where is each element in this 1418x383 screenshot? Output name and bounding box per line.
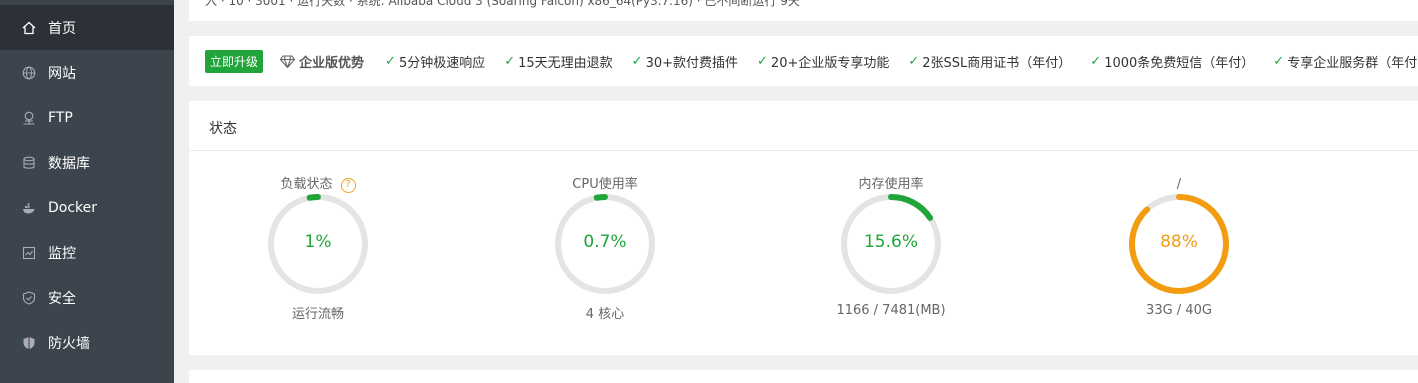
check-icon: ✓ bbox=[757, 53, 768, 69]
sidebar-item-label: 防火墙 bbox=[48, 335, 90, 352]
check-icon: ✓ bbox=[504, 53, 516, 69]
gauge-sub: 1166 / 7481(MB) bbox=[836, 303, 946, 318]
check-icon: ✓ bbox=[908, 53, 920, 69]
gauge-value: 1% bbox=[304, 232, 332, 252]
gauge-value: 88% bbox=[1160, 232, 1198, 252]
gauge-sub: 运行流畅 bbox=[291, 307, 344, 322]
gauge-value: 0.7% bbox=[583, 232, 627, 252]
upgrade-button[interactable]: 立即升级 bbox=[205, 49, 264, 73]
system-info-text: 入 · 10 · 3001 · 运行天数 · 系统: Alibaba Cloud… bbox=[205, 0, 800, 8]
check-icon: ✓ bbox=[631, 53, 643, 69]
pro-feature-bar: 立即升级 企业版优势 ✓ 5分钟极速响应 ✓ 15天无理由退款 ✓ 30+款付费插件 … bbox=[189, 36, 1418, 86]
sidebar-item-database[interactable]: 数据库 bbox=[0, 140, 174, 185]
feature-text: 20+企业版专享功能 bbox=[770, 55, 890, 71]
sidebar-item-home[interactable]: 首页 bbox=[0, 5, 174, 50]
pro-advantage-label[interactable]: 企业版优势 bbox=[280, 52, 364, 71]
gauge-value: 15.6% bbox=[863, 232, 918, 252]
docker-icon bbox=[22, 201, 36, 215]
shield-check-icon bbox=[22, 290, 36, 305]
gauge-disk[interactable]: / 88% 33G / 40G bbox=[1119, 175, 1239, 318]
gauge-sub: 33G / 40G bbox=[1146, 303, 1212, 318]
gauge-memory[interactable]: 内存使用率 15.6% 1166 / 7481(MB) bbox=[831, 175, 951, 318]
status-panel-title: 状态 bbox=[209, 121, 237, 137]
firewall-icon bbox=[22, 336, 36, 350]
globe-icon bbox=[22, 66, 36, 80]
sidebar: 首页 网站 FTP 数据库 Docker 监控 安全 防火墙 bbox=[0, 0, 174, 383]
system-info-bar: 入 · 10 · 3001 · 运行天数 · 系统: Alibaba Cloud… bbox=[189, 0, 1418, 21]
database-icon bbox=[22, 156, 36, 170]
feature-text: 2张SSL商用证书（年付） bbox=[922, 55, 1072, 71]
pro-advantage-text: 企业版优势 bbox=[299, 55, 365, 71]
home-icon bbox=[22, 21, 36, 35]
divider bbox=[189, 150, 1418, 151]
sidebar-item-label: 安全 bbox=[48, 290, 76, 307]
sidebar-item-monitor[interactable]: 监控 bbox=[0, 230, 174, 275]
monitor-icon bbox=[22, 246, 36, 260]
sidebar-item-label: Docker bbox=[48, 199, 98, 216]
feature-text: 5分钟极速响应 bbox=[398, 55, 486, 71]
check-icon: ✓ bbox=[385, 53, 396, 69]
feature-item: ✓ 1000条免费短信（年付） bbox=[1090, 52, 1254, 71]
feature-item: ✓ 2张SSL商用证书（年付） bbox=[908, 52, 1071, 71]
check-icon: ✓ bbox=[1090, 53, 1102, 69]
feature-text: 1000条免费短信（年付） bbox=[1104, 55, 1255, 71]
feature-item: ✓ 30+款付费插件 bbox=[632, 52, 738, 71]
feature-item: ✓ 20+企业版专享功能 bbox=[757, 52, 889, 71]
sidebar-item-label: 数据库 bbox=[48, 155, 90, 172]
help-icon[interactable]: ? bbox=[340, 177, 356, 193]
feature-text: 30+款付费插件 bbox=[645, 55, 739, 71]
sidebar-item-security[interactable]: 安全 bbox=[0, 275, 174, 320]
sidebar-item-ftp[interactable]: FTP bbox=[0, 95, 174, 140]
gauge-sub: 4 核心 bbox=[585, 307, 625, 322]
sidebar-item-label: FTP bbox=[48, 109, 73, 126]
sidebar-item-label: 网站 bbox=[48, 65, 76, 82]
next-panel bbox=[189, 370, 1418, 383]
check-icon: ✓ bbox=[1273, 53, 1285, 69]
gauge-cpu[interactable]: CPU使用率 0.7% 4 核心 bbox=[545, 175, 665, 322]
sidebar-item-website[interactable]: 网站 bbox=[0, 50, 174, 95]
sidebar-item-docker[interactable]: Docker bbox=[0, 185, 174, 230]
feature-item: ✓ 5分钟极速响应 bbox=[385, 52, 485, 71]
status-panel: 状态 负载状态 ? 1% 运行流畅 CPU使用率 0.7% 4 核心 内存使用率… bbox=[189, 101, 1418, 355]
feature-text: 15天无理由退款 bbox=[518, 55, 613, 71]
feature-item: ✓ 15天无理由退款 bbox=[504, 52, 612, 71]
ftp-icon bbox=[22, 111, 36, 125]
diamond-icon bbox=[280, 54, 296, 68]
sidebar-item-firewall[interactable]: 防火墙 bbox=[0, 320, 174, 365]
gauge-load[interactable]: 负载状态 ? 1% 运行流畅 bbox=[258, 175, 378, 322]
sidebar-item-label: 首页 bbox=[48, 20, 76, 37]
feature-item: ✓ 专享企业服务群（年付） bbox=[1273, 52, 1418, 71]
feature-text: 专享企业服务群（年付） bbox=[1287, 55, 1418, 71]
sidebar-item-label: 监控 bbox=[48, 245, 76, 262]
